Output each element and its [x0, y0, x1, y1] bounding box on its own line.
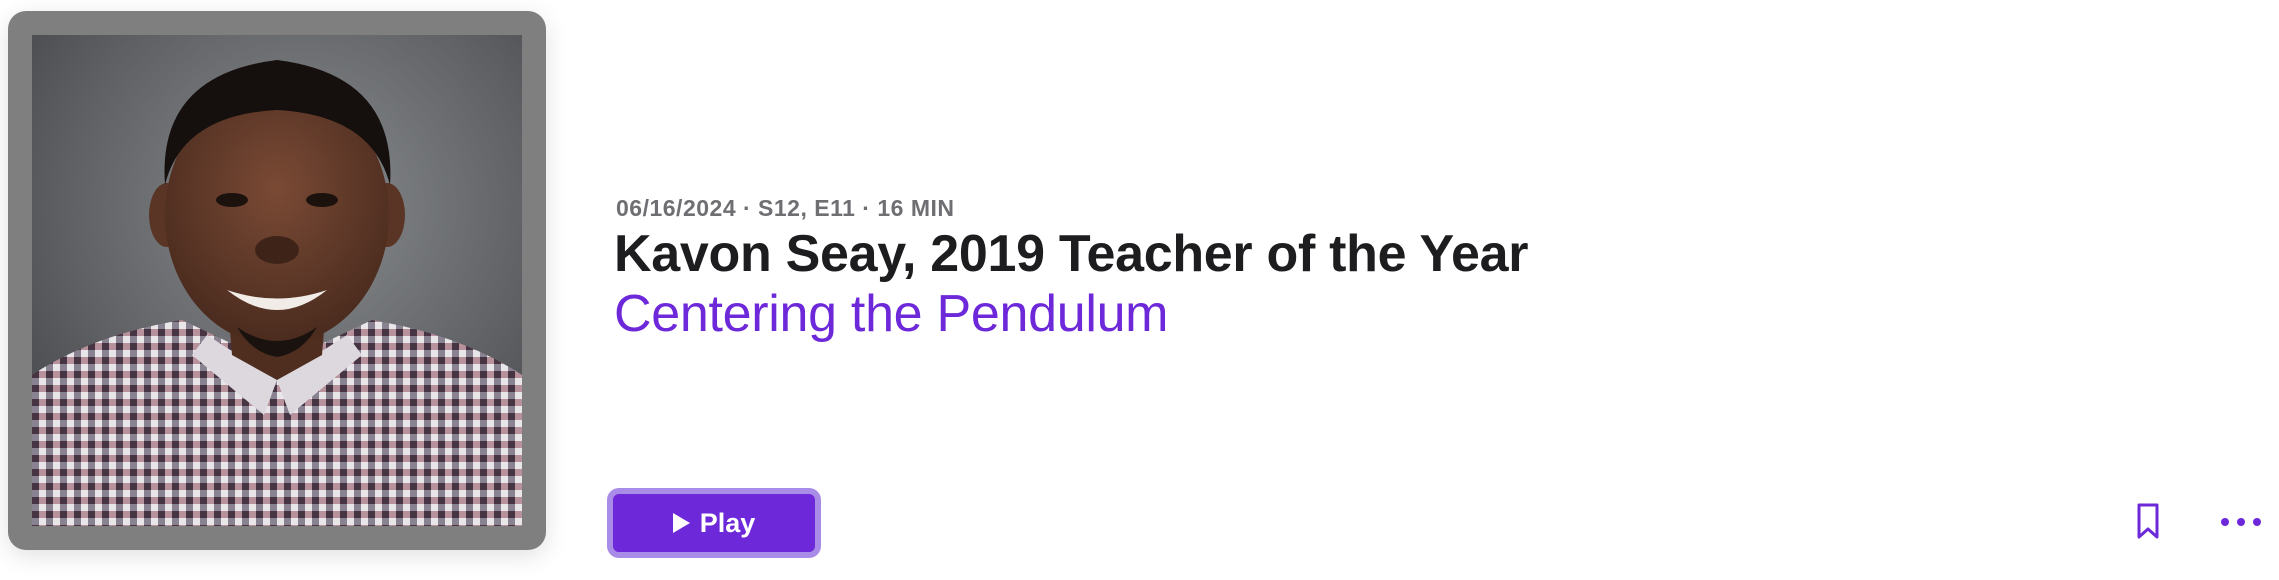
episode-meta: 06/16/2024 · S12, E11 · 16 MIN [616, 195, 955, 221]
play-button-label: Play [699, 507, 756, 538]
episode-artwork[interactable] [32, 35, 522, 526]
episode-title: Kavon Seay, 2019 Teacher of the Year [614, 225, 1529, 283]
show-name-link[interactable]: Centering the Pendulum [614, 284, 1169, 344]
episode-artwork-frame [8, 11, 546, 550]
bookmark-button[interactable] [2131, 501, 2165, 541]
more-options-button[interactable] [2221, 508, 2261, 536]
play-button[interactable]: Play [607, 488, 821, 558]
bookmark-icon [2137, 503, 2159, 539]
portrait-image [32, 35, 522, 526]
ellipsis-icon [2221, 518, 2229, 526]
episode-header: 06/16/2024 · S12, E11 · 16 MIN Kavon Sea… [0, 0, 2279, 580]
play-icon [672, 513, 690, 533]
